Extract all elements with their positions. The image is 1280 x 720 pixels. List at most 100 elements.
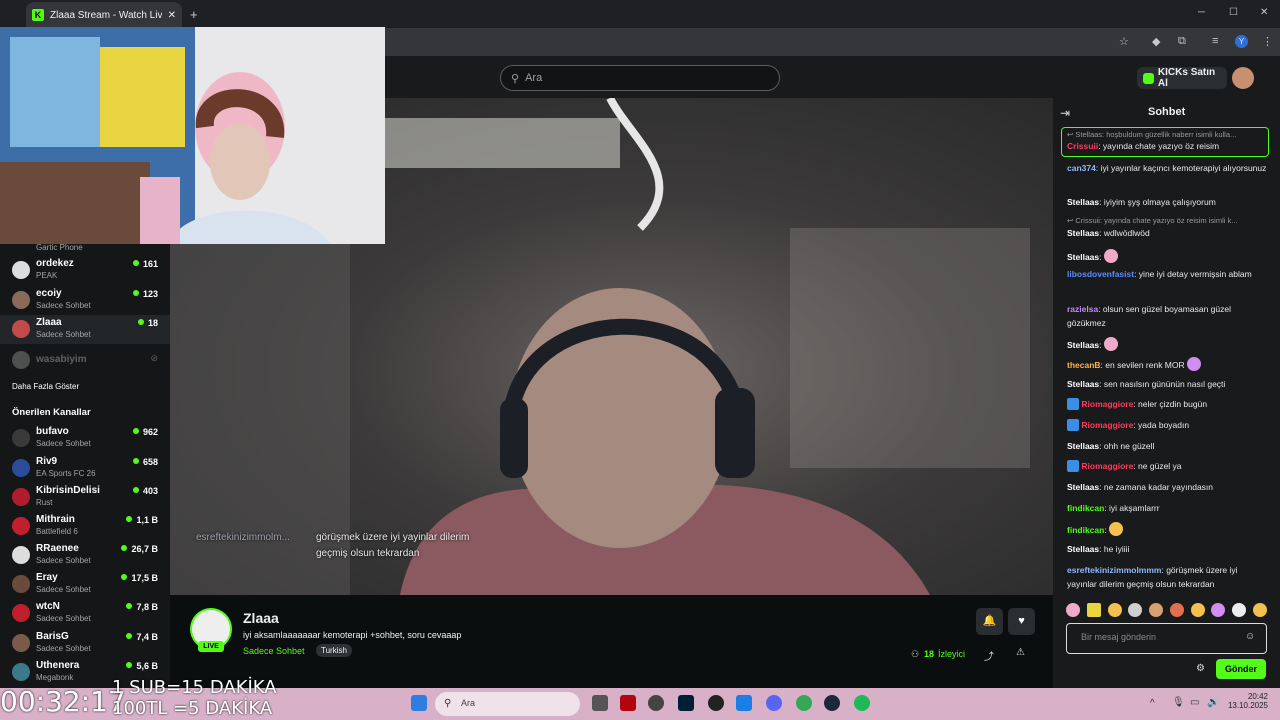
obs-icon[interactable] <box>648 695 664 711</box>
chat-username[interactable]: Riomaggiore <box>1081 461 1133 471</box>
chat-input[interactable]: Bir mesaj gönderin <box>1066 623 1267 654</box>
browser-tab[interactable]: K Zlaaa Stream - Watch Live o ✕ <box>26 2 182 28</box>
chat-username[interactable]: Crissuii <box>1067 141 1098 151</box>
menu-icon[interactable]: ⋮ <box>1262 35 1273 48</box>
share-icon[interactable]: ⤴ <box>984 648 994 663</box>
badge-icon <box>1067 398 1079 410</box>
show-more-link[interactable]: Daha Fazla Göster <box>12 382 79 391</box>
close-tab-icon[interactable]: ✕ <box>168 10 176 21</box>
emote-icon[interactable] <box>1107 603 1122 617</box>
app-icon[interactable] <box>736 695 752 711</box>
avatar <box>12 429 30 447</box>
emote-icon[interactable] <box>1232 603 1247 617</box>
tray-chevron-icon[interactable]: ^ <box>1150 698 1155 709</box>
chat-username[interactable]: findikcan <box>1067 503 1104 513</box>
spotify-icon[interactable] <box>854 695 870 711</box>
search-input[interactable]: ⚲ Ara <box>500 65 780 91</box>
viewer-count: 161 <box>133 259 158 269</box>
netflix-icon[interactable] <box>620 695 636 711</box>
sidebar-channel-ecoiy[interactable]: ecoiy Sadece Sohbet 123 <box>0 286 170 315</box>
emote-icon[interactable] <box>1169 603 1184 617</box>
follow-heart-button[interactable]: ♥ <box>1008 608 1035 635</box>
chat-username[interactable]: findikcan <box>1067 525 1104 535</box>
emote-icon <box>1187 357 1202 371</box>
emote-icon[interactable] <box>1211 603 1226 617</box>
sidebar-channel-zlaaa[interactable]: Zlaaa Sadece Sohbet 18 <box>0 315 170 344</box>
taskbar-search-icon: ⚲ <box>444 698 452 709</box>
reading-list-icon[interactable]: ≡ <box>1212 35 1218 47</box>
chat-message: Riomaggiore: yada boyadın <box>1067 419 1267 433</box>
sidebar-channel-ordekez[interactable]: ordekez PEAK 161 <box>0 256 170 285</box>
bookmark-star-icon[interactable]: ☆ <box>1119 35 1129 48</box>
chat-username[interactable]: Riomaggiore <box>1081 420 1133 430</box>
start-windows-icon[interactable] <box>411 695 427 711</box>
chat-username[interactable]: can374 <box>1067 163 1096 173</box>
stream-category-link[interactable]: Sadece Sohbet <box>243 646 305 656</box>
photoshop-icon[interactable] <box>678 695 694 711</box>
chat-username[interactable]: libosdovenfasist <box>1067 269 1134 279</box>
channel-name: BarisG <box>36 631 69 642</box>
notification-bell-button[interactable]: 🔔 <box>976 608 1003 635</box>
channel-name[interactable]: Zlaaa <box>243 610 279 626</box>
chat-message: can374: iyi yayınlar kaçıncı kemoterapiy… <box>1067 162 1267 176</box>
minimize-button[interactable]: ─ <box>1198 7 1205 18</box>
chat-username[interactable]: Stellaas <box>1067 441 1099 451</box>
microphone-icon[interactable]: 🎙 <box>1172 697 1185 708</box>
chat-username[interactable]: Stellaas <box>1067 379 1099 389</box>
puzzle-icon[interactable]: ⧉ <box>1178 35 1186 48</box>
taskbar-search[interactable]: Ara <box>435 692 580 716</box>
language-tag[interactable]: Turkish <box>316 644 352 657</box>
extension-icon[interactable]: ◆ <box>1152 35 1160 48</box>
chat-username[interactable]: Stellaas <box>1067 482 1099 492</box>
sidebar-channel-riv9[interactable]: Riv9 EA Sports FC 26 658 <box>0 454 170 483</box>
chat-username[interactable]: esreftekinizimmolmmm <box>1067 565 1161 575</box>
sidebar-channel-rraenee[interactable]: RRaenee Sadece Sohbet 26,7 B <box>0 541 170 570</box>
sidebar-channel-bufavo[interactable]: bufavo Sadece Sohbet 962 <box>0 424 170 453</box>
emote-icon[interactable] <box>1066 603 1080 617</box>
profile-icon[interactable]: Y <box>1235 35 1248 48</box>
sidebar-channel-mithrain[interactable]: Mithrain Battlefield 6 1,1 B <box>0 512 170 541</box>
sidebar-channel-wasabiyim[interactable]: wasabiyim ⊘ <box>0 346 170 375</box>
emote-icon[interactable] <box>1190 603 1205 617</box>
emoji-picker-icon[interactable]: ☺ <box>1245 631 1255 642</box>
sidebar-channel-eray[interactable]: Eray Sadece Sohbet 17,5 B <box>0 570 170 599</box>
chat-username[interactable]: Stellaas <box>1067 340 1099 350</box>
chat-username[interactable]: razielsa <box>1067 304 1098 314</box>
emote-icon[interactable] <box>1086 603 1101 617</box>
new-tab-button[interactable]: + <box>190 7 198 22</box>
user-avatar[interactable] <box>1232 67 1254 89</box>
send-button[interactable]: Gönder <box>1216 659 1266 679</box>
collapse-chat-icon[interactable]: ⇥ <box>1060 106 1070 120</box>
maximize-button[interactable]: ☐ <box>1229 7 1238 18</box>
chat-settings-gear-icon[interactable]: ⚙ <box>1196 663 1205 674</box>
channel-name: bufavo <box>36 426 69 437</box>
channel-category: Battlefield 6 <box>36 527 78 536</box>
emote-icon[interactable] <box>1128 603 1143 617</box>
chat-username[interactable]: Stellaas <box>1067 228 1099 238</box>
report-icon[interactable]: ⚠ <box>1016 647 1025 658</box>
sidebar-channel-barisg[interactable]: BarisG Sadece Sohbet 7,4 B <box>0 629 170 658</box>
chat-username[interactable]: Stellaas <box>1067 544 1099 554</box>
chat-username[interactable]: Riomaggiore <box>1081 399 1133 409</box>
buy-kicks-button[interactable]: KICKs Satın Al <box>1137 67 1227 89</box>
emote-icon[interactable] <box>1149 603 1164 617</box>
chat-username[interactable]: Stellaas <box>1067 252 1099 262</box>
chat-username[interactable]: thecanB <box>1067 360 1101 370</box>
volume-icon[interactable]: 🔊 <box>1207 697 1219 708</box>
steam-icon[interactable] <box>824 695 840 711</box>
system-clock[interactable]: 20:42 13.10.2025 <box>1222 692 1268 710</box>
chrome-icon[interactable] <box>796 695 812 711</box>
emote-icon[interactable] <box>1252 603 1267 617</box>
sidebar-channel-kibrisindelisi[interactable]: KibrisinDelisi Rust 403 <box>0 483 170 512</box>
search-placeholder: Ara <box>525 72 543 84</box>
close-window-button[interactable]: ✕ <box>1260 7 1268 18</box>
task-view-icon[interactable] <box>592 695 608 711</box>
channel-category: EA Sports FC 26 <box>36 469 96 478</box>
discord-icon[interactable] <box>766 695 782 711</box>
live-badge: LIVE <box>198 641 224 652</box>
sidebar-channel-wtcn[interactable]: wtcN Sadece Sohbet 7,8 B <box>0 599 170 628</box>
avatar <box>12 320 30 338</box>
chat-username[interactable]: Stellaas <box>1067 197 1099 207</box>
network-icon[interactable]: ▭ <box>1190 697 1199 708</box>
app-icon[interactable] <box>708 695 724 711</box>
